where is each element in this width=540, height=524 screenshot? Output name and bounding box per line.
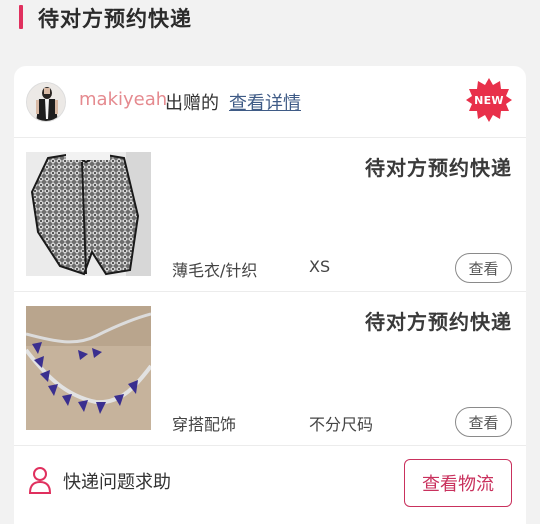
item-thumbnail-necklace[interactable]: [26, 306, 151, 430]
item-status: 待对方预约快递: [365, 310, 512, 334]
username-link[interactable]: makiyeah: [79, 89, 167, 110]
card-header: makiyeah 出赠的 查看详情 NEW: [14, 66, 526, 138]
view-logistics-button[interactable]: 查看物流: [404, 459, 512, 507]
item-size: XS: [309, 257, 331, 276]
avatar[interactable]: [26, 82, 66, 122]
delivery-help-link[interactable]: 快递问题求助: [63, 468, 171, 494]
card-footer: 快递问题求助 查看物流: [14, 446, 526, 524]
new-badge-label: NEW: [474, 93, 504, 107]
item-category: 薄毛衣/针织: [172, 261, 258, 280]
view-item-button[interactable]: 查看: [455, 253, 512, 283]
section-header: 待对方预约快递: [0, 0, 540, 34]
view-item-button[interactable]: 查看: [455, 407, 512, 437]
section-accent-bar: [19, 5, 23, 29]
donated-label: 出赠的: [165, 93, 219, 114]
list-item: 待对方预约快递 薄毛衣/针织 XS 查看: [14, 138, 526, 292]
section-title: 待对方预约快递: [38, 7, 192, 31]
view-details-link[interactable]: 查看详情: [229, 89, 301, 115]
item-status: 待对方预约快递: [365, 156, 512, 180]
order-card: makiyeah 出赠的 查看详情 NEW 待对方预约快递 薄毛衣/针织 XS …: [14, 66, 526, 524]
item-category: 穿搭配饰: [172, 415, 237, 434]
item-thumbnail-cardigan[interactable]: [26, 152, 151, 276]
new-badge: NEW: [466, 77, 512, 123]
item-size: 不分尺码: [309, 415, 374, 434]
person-icon: [28, 466, 52, 494]
list-item: 待对方预约快递 穿搭配饰 不分尺码 查看: [14, 292, 526, 446]
